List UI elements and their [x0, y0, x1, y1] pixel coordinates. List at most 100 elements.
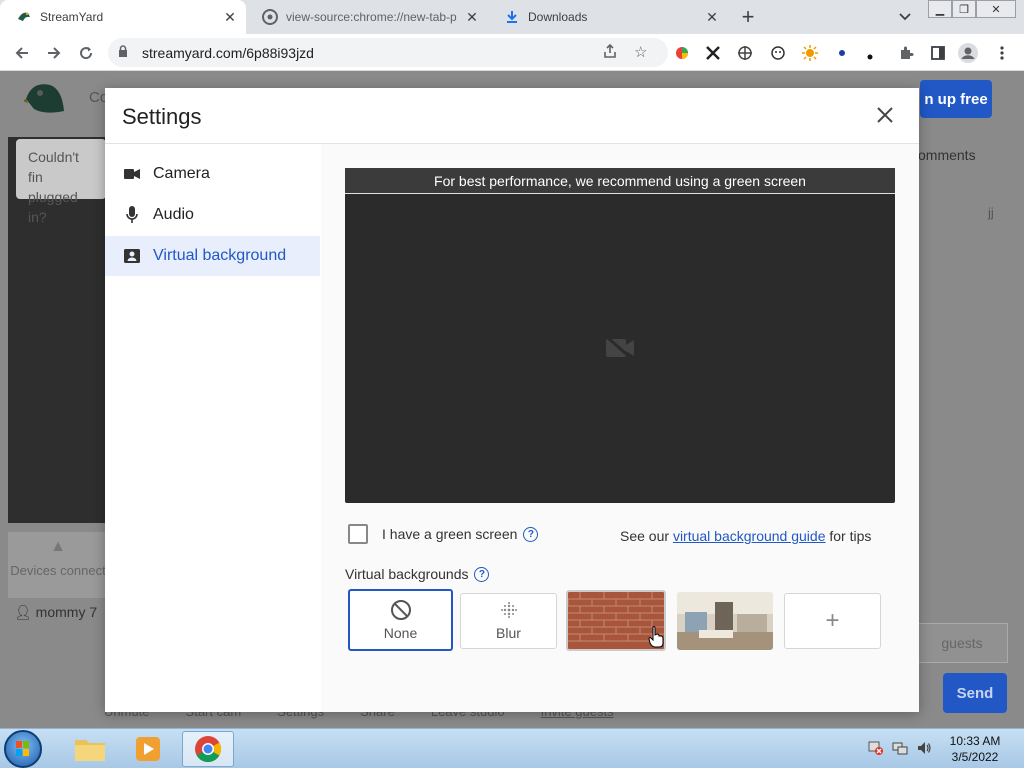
network-icon[interactable] — [892, 740, 908, 759]
menu-item-audio[interactable]: Audio — [105, 195, 320, 235]
menu-item-label: Audio — [153, 206, 194, 223]
green-screen-checkbox[interactable] — [348, 524, 368, 544]
option-label: None — [383, 625, 418, 641]
menu-item-label: Virtual background — [153, 247, 287, 264]
lock-icon — [118, 45, 128, 61]
download-icon — [504, 9, 520, 25]
add-background-button[interactable]: + — [784, 593, 881, 649]
camera-warning: Couldn't fin plugged in? — [16, 139, 106, 225]
blur-icon — [500, 602, 517, 618]
tab-title: Downloads — [528, 10, 588, 24]
chrome-taskbar-button[interactable] — [182, 731, 234, 767]
extension-tools-icon[interactable] — [703, 43, 723, 63]
folder-icon — [75, 740, 105, 761]
help-icon[interactable]: ? — [523, 526, 539, 542]
no-entry-icon — [390, 600, 411, 620]
extension-color-wheel-icon[interactable] — [672, 43, 692, 63]
profile-avatar-icon[interactable] — [958, 43, 978, 63]
streamyard-logo — [22, 81, 66, 117]
menu-item-virtual-background[interactable]: Virtual background — [105, 236, 320, 276]
avatar-letter: jj — [988, 205, 994, 220]
participant-label: mommy 7 — [35, 604, 98, 620]
extensions-puzzle-icon[interactable] — [896, 43, 916, 63]
extension-sun-icon[interactable] — [800, 43, 820, 63]
tips-prefix: See our — [620, 528, 670, 544]
extension-dot-icon[interactable] — [832, 43, 852, 63]
background-option-none[interactable]: None — [348, 589, 453, 651]
green-screen-row: I have a green screen ? — [348, 524, 539, 544]
background-option-blur[interactable]: Blur — [460, 593, 557, 649]
virtual-background-guide-link[interactable]: virtual background guide — [673, 528, 826, 544]
screen: { "browser": { "tabs": [ {"title": "Stre… — [0, 0, 1024, 768]
clock-date: 3/5/2022 — [951, 750, 999, 764]
tips-text: See our virtual background guide for tip… — [620, 528, 871, 544]
help-icon[interactable]: ? — [474, 566, 490, 582]
system-clock[interactable]: 10:33 AM 3/5/2022 — [940, 733, 1010, 765]
forward-button[interactable] — [42, 41, 66, 65]
menu-item-label: Camera — [153, 165, 210, 182]
network-error-icon[interactable] — [868, 740, 884, 759]
hand-cursor-icon — [648, 626, 664, 648]
windows-taskbar: 10:33 AM 3/5/2022 — [0, 728, 1024, 768]
close-window-button[interactable]: ✕ — [976, 0, 1016, 18]
reload-button[interactable] — [74, 41, 98, 65]
start-button[interactable] — [4, 730, 42, 768]
comments-tab[interactable]: omments — [918, 147, 976, 163]
windows-logo-icon — [16, 741, 29, 756]
tab-search-chevron-icon[interactable] — [896, 8, 914, 26]
back-button[interactable] — [10, 41, 34, 65]
media-player-icon — [136, 737, 160, 761]
tips-suffix: for tips — [829, 528, 872, 544]
close-dialog-button[interactable] — [873, 103, 897, 127]
microphone-icon — [123, 206, 141, 224]
close-tab-icon[interactable]: ✕ — [222, 9, 238, 25]
tab-streamyard[interactable]: StreamYard ✕ — [0, 0, 246, 34]
tab-downloads[interactable]: Downloads ✕ — [488, 0, 728, 34]
dialog-header: Settings — [105, 88, 919, 144]
extension-face-icon[interactable] — [768, 43, 788, 63]
menu-item-camera[interactable]: Camera — [105, 154, 320, 194]
browser-menu-icon[interactable] — [992, 43, 1012, 63]
devices-label: Devices connect — [10, 563, 106, 578]
guests-field[interactable]: guests — [916, 623, 1008, 663]
streamyard-icon — [16, 9, 32, 25]
close-tab-icon[interactable]: ✕ — [704, 9, 720, 25]
dialog-title: Settings — [122, 104, 202, 129]
new-tab-button[interactable]: + — [736, 4, 760, 29]
share-icon[interactable] — [602, 43, 618, 63]
participant-name: 👤︎ mommy 7 — [14, 604, 97, 621]
side-panel-icon[interactable] — [928, 43, 948, 63]
tab-title: StreamYard — [40, 10, 104, 24]
address-bar[interactable]: streamyard.com/6p88i93jzd ☆ — [108, 38, 668, 67]
camera-off-icon — [605, 335, 635, 362]
extension-small-dot-icon[interactable] — [860, 43, 880, 63]
extension-crosshair-icon[interactable] — [735, 43, 755, 63]
devices-panel: ▲ Devices connect — [8, 532, 108, 598]
explorer-taskbar-button[interactable] — [64, 731, 116, 767]
close-tab-icon[interactable]: ✕ — [464, 9, 480, 25]
option-label: Blur — [496, 625, 521, 641]
bookmark-star-icon[interactable]: ☆ — [634, 43, 647, 61]
browser-tab-strip: StreamYard ✕ view-source:chrome://new-ta… — [0, 0, 1024, 34]
clock-time: 10:33 AM — [949, 734, 1001, 748]
url-text: streamyard.com/6p88i93jzd — [142, 45, 314, 61]
preview-banner: For best performance, we recommend using… — [345, 168, 895, 194]
media-player-taskbar-button[interactable] — [122, 731, 174, 767]
person-icon: 👤︎ — [14, 604, 32, 620]
green-screen-label: I have a green screen — [382, 526, 518, 542]
chrome-logo-icon — [195, 736, 222, 763]
background-option-brick-wall[interactable] — [566, 590, 666, 651]
chrome-icon — [262, 9, 278, 25]
background-option-living-room[interactable] — [677, 592, 773, 650]
restore-button[interactable]: ❐ — [952, 0, 976, 18]
tab-view-source[interactable]: view-source:chrome://new-tab-p ✕ — [246, 0, 488, 34]
volume-icon[interactable] — [916, 740, 932, 759]
minimize-button[interactable]: ▁ — [928, 0, 952, 18]
settings-dialog: Settings Camera Audio Virtual background… — [105, 88, 919, 712]
sign-up-button[interactable]: n up free — [920, 80, 992, 118]
add-icon: + — [825, 607, 840, 634]
send-button[interactable]: Send — [943, 673, 1007, 713]
close-icon — [877, 107, 893, 123]
living-room-image — [677, 592, 773, 650]
tab-title: view-source:chrome://new-tab-p — [286, 10, 457, 24]
